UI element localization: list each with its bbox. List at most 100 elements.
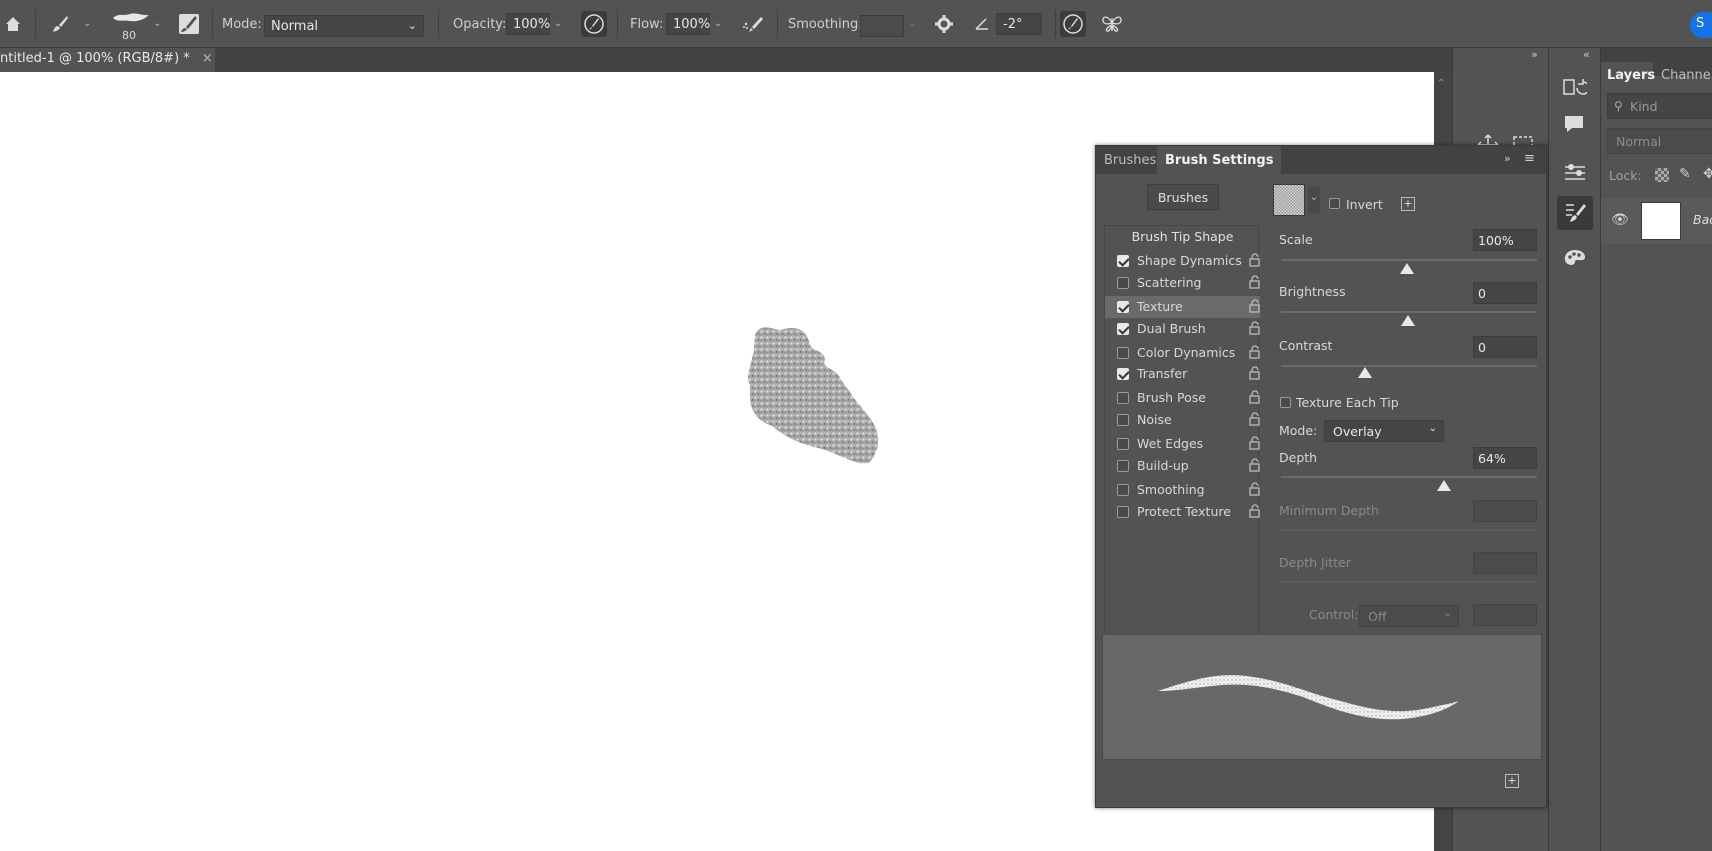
smoothing-input[interactable] — [860, 15, 904, 37]
tab-channels[interactable]: Channels — [1661, 68, 1712, 83]
lock-icon[interactable] — [1249, 482, 1260, 496]
brushes-button[interactable]: Brushes — [1147, 184, 1219, 210]
symmetry-butterfly-icon[interactable] — [1099, 11, 1125, 37]
chevron-down-icon[interactable]: ⌄ — [83, 18, 91, 29]
chevron-down-icon[interactable]: ⌄ — [554, 18, 562, 29]
brush-option-item[interactable]: Dual Brush — [1105, 318, 1260, 340]
collapse-panel-icon[interactable]: » — [1504, 152, 1511, 165]
brush-option-item[interactable]: Texture — [1105, 296, 1260, 318]
chevron-down-icon[interactable]: ⌄ — [1308, 186, 1320, 214]
brush-tip-shape-item[interactable]: Brush Tip Shape — [1105, 229, 1260, 244]
depth-slider-track[interactable] — [1281, 476, 1537, 478]
brush-option-checkbox[interactable] — [1117, 392, 1129, 404]
pressure-size-icon[interactable] — [1060, 11, 1086, 37]
gear-icon[interactable] — [931, 11, 957, 37]
home-icon[interactable] — [0, 11, 26, 37]
lock-icon[interactable] — [1249, 345, 1260, 359]
brush-option-checkbox[interactable] — [1117, 506, 1129, 518]
panel-menu-icon[interactable]: ≡ — [1524, 151, 1535, 166]
texture-each-tip-checkbox[interactable] — [1280, 397, 1291, 408]
expand-panels-icon[interactable]: » — [1531, 48, 1538, 61]
brightness-input[interactable]: 0 — [1473, 282, 1537, 304]
lock-icon[interactable] — [1249, 253, 1260, 267]
lock-icon[interactable] — [1249, 412, 1260, 426]
brush-option-checkbox[interactable] — [1117, 301, 1129, 313]
comments-panel-icon[interactable] — [1563, 114, 1585, 137]
document-tab[interactable]: ntitled-1 @ 100% (RGB/8#) * × — [0, 48, 215, 72]
tab-layers[interactable]: Layers — [1601, 62, 1655, 92]
tab-brushes[interactable]: Brushes — [1096, 146, 1164, 174]
lock-transparency-icon[interactable] — [1655, 168, 1669, 182]
contrast-slider-thumb[interactable] — [1358, 367, 1372, 378]
lock-icon[interactable] — [1249, 436, 1260, 450]
close-icon[interactable]: × — [202, 51, 213, 66]
color-palette-icon[interactable] — [1563, 248, 1587, 273]
pressure-opacity-icon[interactable] — [581, 11, 607, 37]
brush-option-checkbox[interactable] — [1117, 255, 1129, 267]
brush-option-item[interactable]: Color Dynamics — [1105, 342, 1260, 364]
layer-row[interactable]: 👁 Bac — [1601, 198, 1712, 244]
chevron-down-icon[interactable]: ⌄ — [908, 18, 916, 29]
tab-brush-settings[interactable]: Brush Settings — [1157, 146, 1282, 174]
mode-select[interactable]: Normal ⌄ — [264, 15, 424, 37]
brush-option-checkbox[interactable] — [1117, 347, 1129, 359]
scale-input[interactable]: 100% — [1473, 229, 1537, 251]
scale-slider-thumb[interactable] — [1400, 263, 1414, 274]
brush-option-checkbox[interactable] — [1117, 460, 1129, 472]
brush-tool-icon[interactable] — [47, 11, 73, 37]
brightness-slider-track[interactable] — [1281, 311, 1537, 313]
brush-option-item[interactable]: Scattering — [1105, 272, 1260, 294]
brush-settings-toggle-icon[interactable] — [176, 11, 202, 37]
flow-input[interactable]: 100% — [666, 13, 710, 35]
brush-option-item[interactable]: Noise — [1105, 409, 1260, 431]
lock-icon[interactable] — [1249, 299, 1260, 313]
texture-pattern-swatch[interactable] — [1273, 184, 1305, 216]
brush-option-item[interactable]: Shape Dynamics — [1105, 250, 1260, 272]
lock-icon[interactable] — [1249, 275, 1260, 289]
create-new-brush-icon[interactable]: + — [1505, 774, 1519, 788]
brush-option-item[interactable]: Smoothing — [1105, 479, 1260, 501]
brush-option-checkbox[interactable] — [1117, 414, 1129, 426]
lock-pixels-icon[interactable]: ✎ — [1679, 166, 1691, 182]
brush-option-checkbox[interactable] — [1117, 368, 1129, 380]
lock-icon[interactable] — [1249, 366, 1260, 380]
contrast-slider-track[interactable] — [1281, 365, 1537, 367]
share-button[interactable]: S — [1690, 12, 1712, 38]
layer-blend-mode-select[interactable]: Normal — [1607, 128, 1712, 154]
adjustments-panel-icon[interactable] — [1563, 162, 1587, 187]
brush-settings-panel-icon[interactable] — [1557, 196, 1593, 230]
texture-mode-select[interactable]: Overlay ⌄ — [1324, 420, 1444, 442]
airbrush-icon[interactable] — [740, 11, 766, 37]
brush-option-item[interactable]: Transfer — [1105, 363, 1260, 385]
depth-slider-thumb[interactable] — [1437, 480, 1451, 491]
brightness-slider-thumb[interactable] — [1401, 315, 1415, 326]
lock-icon[interactable] — [1249, 504, 1260, 518]
layer-filter-input[interactable]: ⚲ Kind — [1607, 93, 1712, 119]
brush-option-item[interactable]: Wet Edges — [1105, 433, 1260, 455]
scroll-up-icon[interactable]: ⌃ — [1437, 78, 1445, 89]
brush-option-checkbox[interactable] — [1117, 438, 1129, 450]
brush-option-item[interactable]: Brush Pose — [1105, 387, 1260, 409]
eye-icon[interactable]: 👁 — [1611, 212, 1629, 228]
lock-icon[interactable] — [1249, 458, 1260, 472]
brush-preset-icon[interactable] — [112, 10, 150, 24]
lock-icon[interactable] — [1249, 321, 1260, 335]
invert-checkbox[interactable] — [1329, 198, 1340, 209]
chevron-down-icon[interactable]: ⌄ — [153, 18, 161, 29]
history-panel-icon[interactable] — [1563, 78, 1590, 103]
scale-slider-track[interactable] — [1281, 259, 1537, 261]
angle-input[interactable]: -2° — [996, 13, 1042, 35]
brush-option-item[interactable]: Build-up — [1105, 455, 1260, 477]
brush-option-checkbox[interactable] — [1117, 277, 1129, 289]
opacity-input[interactable]: 100% — [506, 13, 550, 35]
brush-option-checkbox[interactable] — [1117, 484, 1129, 496]
chevron-down-icon[interactable]: ⌄ — [714, 18, 722, 29]
lock-position-icon[interactable]: ✥ — [1703, 166, 1712, 182]
brush-option-item[interactable]: Protect Texture — [1105, 501, 1260, 523]
contrast-input[interactable]: 0 — [1473, 336, 1537, 358]
create-preset-icon[interactable]: + — [1401, 197, 1415, 211]
brush-option-checkbox[interactable] — [1117, 323, 1129, 335]
depth-input[interactable]: 64% — [1473, 447, 1537, 469]
collapse-panels-icon[interactable]: « — [1583, 48, 1590, 61]
lock-icon[interactable] — [1249, 390, 1260, 404]
